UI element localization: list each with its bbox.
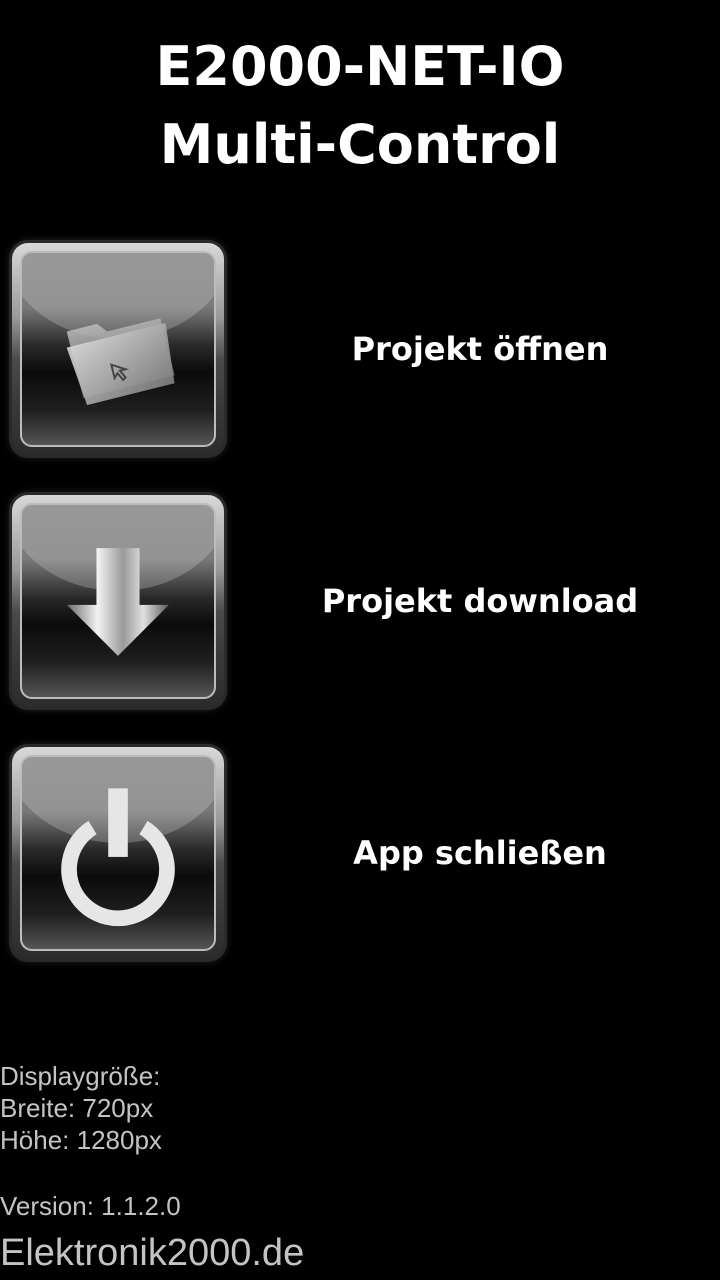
display-info: Displaygröße: Breite: 720px Höhe: 1280px… (0, 1060, 181, 1222)
display-size-label: Displaygröße: (0, 1061, 161, 1091)
app-version: Version: 1.1.2.0 (0, 1191, 181, 1221)
brand-label: Elektronik2000.de (0, 1232, 305, 1274)
close-app-label[interactable]: App schließen (240, 833, 720, 873)
menu-item-open-project[interactable]: Projekt öffnen (0, 243, 720, 455)
close-app-button[interactable] (12, 747, 224, 959)
app-title: E2000-NET-IO Multi-Control (0, 28, 720, 184)
open-project-label[interactable]: Projekt öffnen (240, 329, 720, 369)
app-title-line1: E2000-NET-IO (155, 35, 565, 98)
display-height: Höhe: 1280px (0, 1125, 162, 1155)
tile-face (20, 503, 216, 699)
app-title-line2: Multi-Control (159, 113, 561, 176)
menu-item-close-app[interactable]: App schließen (0, 747, 720, 959)
tile-face (20, 755, 216, 951)
tile-face (20, 251, 216, 447)
download-project-label[interactable]: Projekt download (240, 581, 720, 621)
download-project-button[interactable] (12, 495, 224, 707)
folder-icon (66, 318, 175, 406)
open-project-button[interactable] (12, 243, 224, 455)
menu-item-download-project[interactable]: Projekt download (0, 495, 720, 707)
download-arrow-icon (67, 548, 169, 656)
power-icon (61, 788, 175, 927)
display-width: Breite: 720px (0, 1093, 154, 1123)
